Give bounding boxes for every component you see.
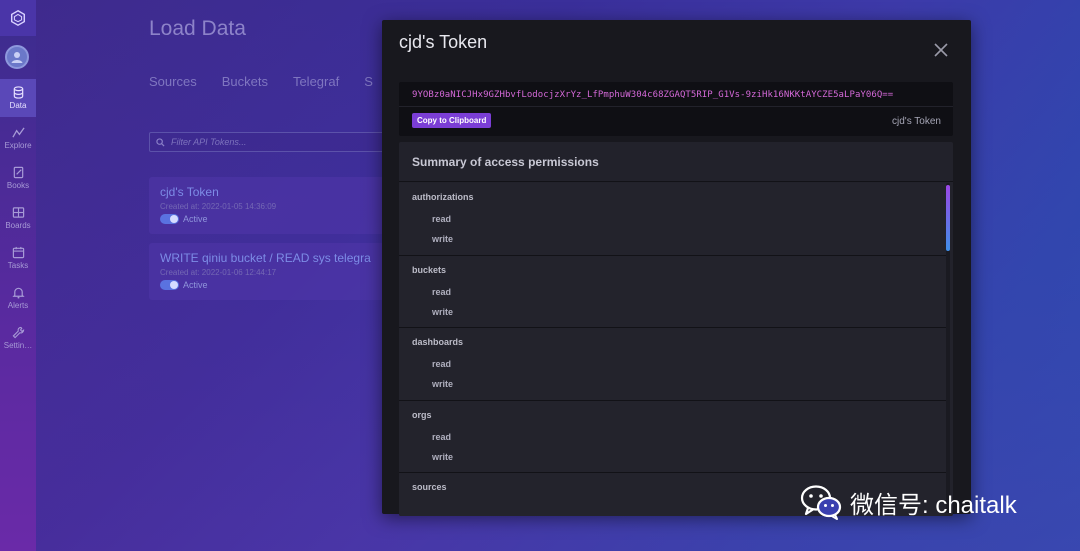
permission-resource: dashboards [412,337,464,347]
sidebar-item-label: Alerts [7,301,29,310]
token-modal: cjd's Token 9YOBz0aNICJHx9GZHbvfLodocjzX… [382,20,971,516]
sidebar-item-label: Settin… [3,341,33,350]
tab-telegraf[interactable]: Telegraf [293,74,339,89]
calendar-icon [12,246,24,259]
sidebar-item-label: Explore [4,141,32,150]
user-avatar[interactable] [5,45,29,69]
copy-to-clipboard-button[interactable]: Copy to Clipboard [412,113,492,128]
permission-action: read [432,359,452,369]
active-toggle[interactable] [160,280,179,290]
token-name[interactable]: WRITE qiniu bucket / READ sys telegra [160,251,378,265]
filter-tokens-input[interactable]: Filter API Tokens... [149,132,389,152]
permission-group: authorizations read write [399,183,949,256]
permission-action: write [432,451,454,462]
permission-group: buckets read write [399,255,949,328]
tab-scrapers[interactable]: S [364,74,373,89]
search-icon [156,137,165,147]
permissions-list: authorizations read write buckets read w… [399,183,949,516]
token-created: Created at: 2022-01-06 12:44:17 [160,268,277,277]
page-tabs: Sources Buckets Telegraf S [149,74,373,89]
token-card[interactable]: cjd's Token Created at: 2022-01-05 14:36… [149,177,389,234]
permission-resource: buckets [412,264,447,275]
permission-action: read [432,214,452,224]
sidebar-item-tasks[interactable]: Tasks [0,239,36,277]
scrollbar-thumb[interactable] [946,185,950,251]
user-icon [11,52,23,63]
sidebar-item-data[interactable]: Data [0,79,36,117]
sidebar-item-explore[interactable]: Explore [0,119,36,157]
modal-title: cjd's Token [399,32,488,52]
sidebar-item-label: Boards [5,221,31,230]
wechat-watermark: 微信号: chaitalk [800,484,1017,520]
permissions-panel[interactable]: Summary of access permissions authorizat… [399,142,953,516]
graph-icon [11,127,25,138]
token-description: cjd's Token [892,116,941,127]
permission-group: orgs read write [399,400,949,473]
sidebar-item-label: Books [6,181,30,190]
permission-action: read [432,431,452,442]
token-card[interactable]: WRITE qiniu bucket / READ sys telegra Cr… [149,243,389,300]
tab-buckets[interactable]: Buckets [222,74,268,89]
sidebar-item-boards[interactable]: Boards [0,199,36,237]
permission-resource: authorizations [412,192,474,202]
notebook-icon [13,166,23,179]
page-title: Load Data [149,17,246,40]
token-name[interactable]: cjd's Token [160,185,378,199]
sidebar-item-label: Tasks [7,261,29,270]
divider [399,106,953,107]
filter-placeholder: Filter API Tokens... [171,137,247,147]
logo-icon [10,9,26,27]
close-icon [934,43,948,57]
permission-action: write [432,379,454,389]
dashboard-icon [12,207,24,218]
permission-action: write [432,234,454,244]
status-label: Active [183,214,208,224]
sidebar-item-settings[interactable]: Settin… [0,319,36,357]
database-icon [13,86,23,99]
token-status: Active [160,280,378,290]
wechat-icon [800,485,842,520]
token-box: 9YOBz0aNICJHx9GZHbvfLodocjzXrYz_LfPmphuW… [399,82,953,136]
sidebar-item-books[interactable]: Books [0,159,36,197]
permission-action: read [432,286,452,297]
close-button[interactable] [933,42,949,58]
token-created: Created at: 2022-01-05 14:36:09 [160,202,277,211]
bell-icon [11,287,25,299]
sidebar: Data Explore Books Boards Tasks Alerts S… [0,0,36,551]
status-label: Active [183,280,208,290]
token-status: Active [160,214,378,224]
token-value[interactable]: 9YOBz0aNICJHx9GZHbvfLodocjzXrYz_LfPmphuW… [412,90,893,100]
permission-action: write [432,306,454,317]
permissions-header: Summary of access permissions [399,142,953,182]
permission-resource: orgs [412,409,432,420]
sidebar-item-alerts[interactable]: Alerts [0,279,36,317]
watermark-text: 微信号: chaitalk [850,491,1017,519]
sidebar-item-label: Data [9,101,27,110]
tab-sources[interactable]: Sources [149,74,197,89]
wrench-icon [12,326,24,339]
active-toggle[interactable] [160,214,179,224]
influxdb-logo[interactable] [0,0,36,36]
permission-group: dashboards read write [399,328,949,401]
permission-resource: sources [412,482,447,492]
